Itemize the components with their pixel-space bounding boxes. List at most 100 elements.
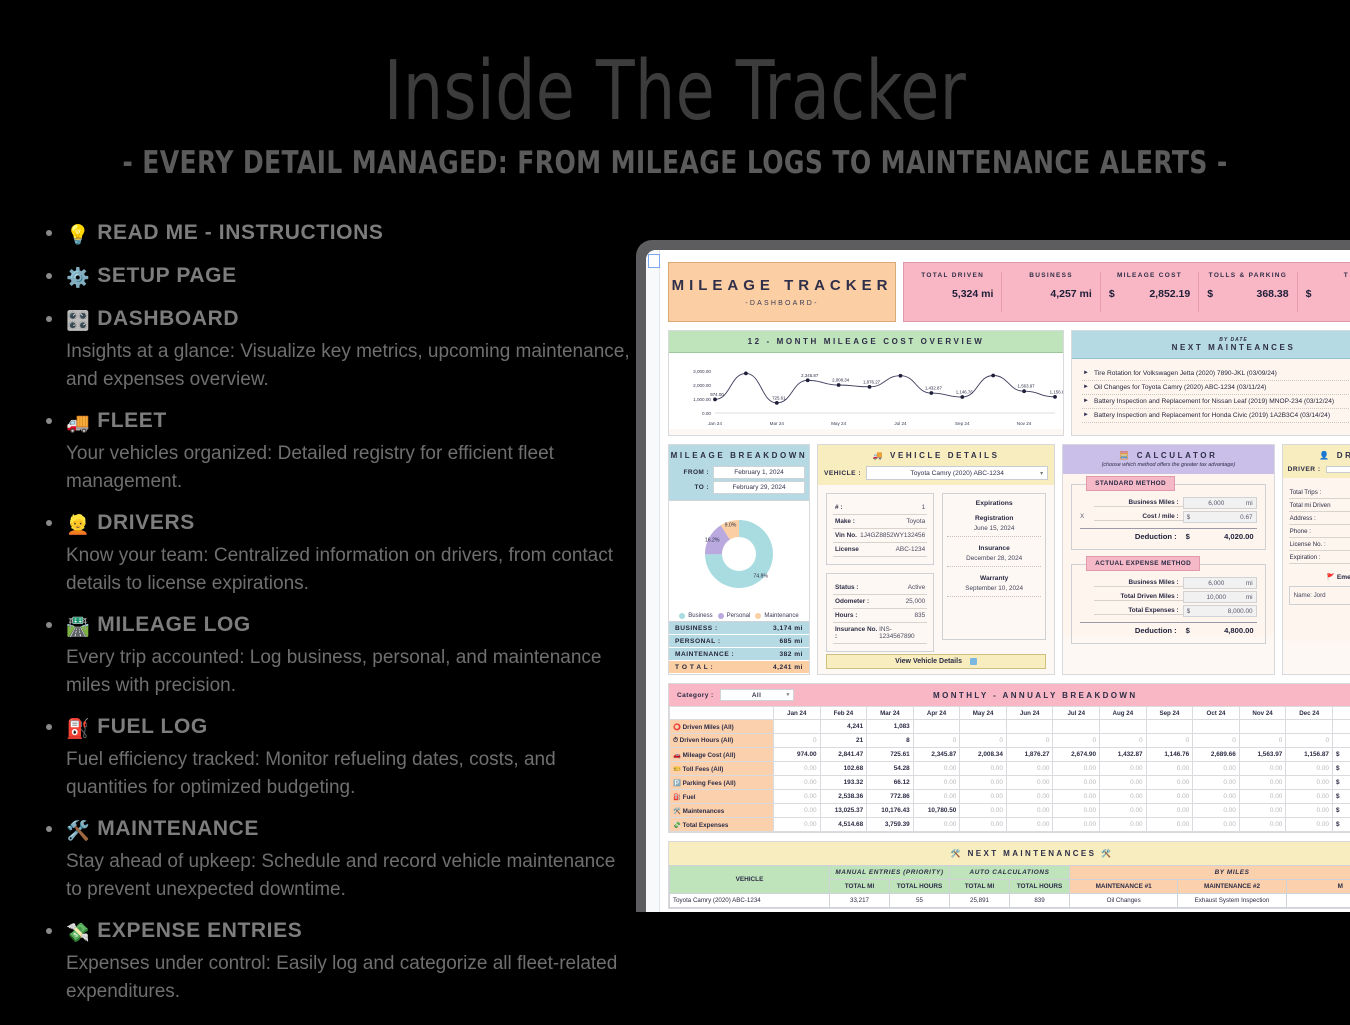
actual-deduction-row: Deduction : $ 4,800.00: [1080, 622, 1257, 635]
cell-r0-c4: [959, 719, 1007, 734]
svg-text:974.00: 974.00: [710, 392, 724, 397]
calc-input[interactable]: $8,000.00: [1182, 605, 1257, 617]
cell-r0-c8: [1145, 719, 1194, 734]
cell-r2-c11: 1,156.87: [1285, 747, 1333, 762]
feature-item-7: 🛠️ MAINTENANCE Stay ahead of upkeep: Sched…: [38, 816, 638, 904]
monthly-col-10: Oct 24: [1192, 706, 1240, 720]
cell-r3-c10: 0.00: [1238, 761, 1287, 776]
to-label: TO :: [694, 484, 709, 491]
calc-input[interactable]: 6,000 mi: [1182, 497, 1257, 509]
kpi-0: TOTAL DRIVEN 5,324 mi: [904, 272, 1003, 312]
alert-icon: 🚩: [1326, 574, 1336, 581]
calc-input[interactable]: 10,000 mi: [1182, 591, 1257, 603]
category-dropdown[interactable]: All ▾: [719, 689, 794, 701]
calc-value: 6,000: [1208, 499, 1225, 507]
monthly-breakdown-panel: Category : All ▾ MONTHLY - ANNUALY BREAK…: [668, 683, 1350, 833]
cell-r1-c6: 0: [1052, 733, 1101, 748]
feature-title: ⚙️ SETUP PAGE: [66, 264, 237, 289]
motorway-icon: 🛣️: [66, 617, 91, 638]
row-label: 🚗 Mileage Cost (All): [669, 747, 774, 762]
cell-r6-c0: 0.00: [773, 803, 821, 818]
calc-input[interactable]: $0.67: [1182, 511, 1257, 523]
driver-field-label: Total Trips :: [1289, 488, 1322, 496]
bullet-dot: [46, 273, 52, 279]
currency-symbol: $: [1336, 779, 1340, 786]
row-icon: 🛠️: [673, 807, 681, 815]
from-input[interactable]: February 1, 2024: [713, 466, 805, 479]
next-maintenances-title: NEXT MAINTEANCES: [1171, 343, 1296, 352]
svg-text:1,000.00: 1,000.00: [693, 397, 711, 402]
vehicle-select-dropdown[interactable]: Toyota Camry (2020) ABC-1234 ▾: [866, 466, 1049, 480]
spreadsheet-dashboard: MILEAGE TRACKER -DASHBOARD- TOTAL DRIVEN…: [646, 250, 1350, 912]
cell-r0-c2: 1,083: [866, 719, 914, 734]
currency-symbol: $: [1336, 807, 1340, 814]
table-header-row: Jan 24 Feb 24 Mar 24 Apr 24 May 24 Jun 24 Jul …: [669, 706, 1350, 720]
cell-r0-c0: [773, 719, 821, 734]
field-value: 1: [921, 504, 926, 511]
laptop-screen: MILEAGE TRACKER -DASHBOARD- TOTAL DRIVEN…: [646, 250, 1350, 912]
vehicle-select-value: Toyota Camry (2020) ABC-1234: [910, 469, 1004, 477]
nm-cell-6: Exhaust System Inspection: [1177, 893, 1287, 908]
nm-cell-3: 25,891: [949, 893, 1010, 908]
cell-r4-c10: 0.00: [1238, 775, 1287, 790]
driver-field-label: Expiration :: [1289, 553, 1321, 561]
nm-col-3: TOTAL MI: [949, 879, 1010, 894]
actual-row-0: Business Miles : 6,000 mi: [1080, 577, 1257, 589]
cell-r2-c5: 1,876.27: [1005, 747, 1054, 762]
group-by-miles: BY MILES: [1069, 865, 1350, 880]
field-label: # :: [835, 504, 843, 511]
driver-select-dropdown[interactable]: [1325, 466, 1350, 473]
cell-r5-c3: 0.00: [912, 789, 961, 804]
field-label: Make :: [835, 518, 855, 525]
cell-r3-c1: 102.68: [819, 761, 868, 776]
cell-r5-c4: 0.00: [959, 789, 1007, 804]
kpi-value: 5,324 mi: [951, 288, 994, 300]
standard-deduction-currency: $: [1185, 532, 1190, 541]
expiration-1: Insurance December 28, 2024: [947, 545, 1042, 567]
field-label: Odometer :: [835, 598, 870, 605]
next-maintenances-list: ► Tire Rotation for Volkswagen Jetta (202…: [1072, 359, 1350, 435]
cell-r2-c2: 725.61: [866, 747, 914, 762]
driver-body: Total Trips : Total mi Driven Address :10 P…: [1282, 478, 1350, 641]
nm-col-4: TOTAL HOURS: [1009, 879, 1070, 894]
mileage-breakdown-title: MILEAGE BREAKDOWN: [669, 445, 809, 466]
svg-text:2,000.00: 2,000.00: [693, 383, 711, 388]
table-row: 🛠️ Maintenances 0.00 13,025.37 10,176.43 10,…: [669, 803, 1350, 818]
cell-r6-c9: 0.00: [1192, 803, 1240, 818]
calc-input[interactable]: 6,000 mi: [1182, 577, 1257, 589]
svg-text:1,876.27: 1,876.27: [863, 379, 881, 384]
maintenance-item-1: ► Oil Changes for Toyota Camry (2020) ABC…: [1082, 381, 1350, 395]
cell-r5-c0: 0.00: [773, 789, 821, 804]
view-vehicle-details-button[interactable]: View Vehicle Details: [826, 654, 1047, 669]
kpi-2: MILEAGE COST $2,852.19: [1101, 272, 1200, 312]
hammer-wrench-icon-2: 🛠️: [1101, 849, 1114, 858]
calc-currency: $: [1186, 513, 1191, 521]
svg-text:0.00: 0.00: [702, 411, 711, 416]
cell-r1-c5: 0: [1005, 733, 1054, 748]
legend-swatch: [679, 613, 686, 619]
cell-r0-c11: [1285, 719, 1333, 734]
vehicle-select-label: VEHICLE :: [824, 469, 862, 477]
monthly-col-4: Apr 24: [912, 706, 961, 720]
to-input[interactable]: February 29, 2024: [713, 481, 805, 494]
expirations-title: Expirations: [975, 500, 1013, 507]
header-row: MILEAGE TRACKER -DASHBOARD- TOTAL DRIVEN…: [668, 262, 1350, 322]
total-value: 685 mi: [779, 637, 803, 645]
feature-item-6: ⛽ FUEL LOG Fuel efficiency tracked: Monito…: [38, 714, 638, 802]
nm-cell-1: 33,217: [829, 893, 890, 908]
monthly-col-13: TOTAL: [1332, 706, 1350, 720]
monthly-col-0: [669, 706, 774, 720]
cell-r1-c4: 0: [959, 733, 1007, 748]
person-icon: 👱: [66, 515, 91, 536]
expiration-label: Insurance: [978, 545, 1010, 552]
feature-title: 👱 DRIVERS: [66, 511, 195, 536]
person-icon: 👤: [1319, 451, 1332, 460]
col-vehicle: VEHICLE: [669, 865, 830, 894]
cell-r7-c1: 4,514.68: [819, 817, 868, 832]
calc-value: 10,000: [1206, 593, 1227, 601]
table-row: Toyota Camry (2020) ABC-1234 33,217 55 25,8…: [669, 893, 1350, 908]
cell-r4-c9: 0.00: [1192, 775, 1240, 790]
selected-cell[interactable]: [648, 254, 660, 268]
vehicle-field-0: # : 1: [833, 501, 928, 515]
donut-legend: Business Personal Maintenance: [669, 613, 809, 619]
